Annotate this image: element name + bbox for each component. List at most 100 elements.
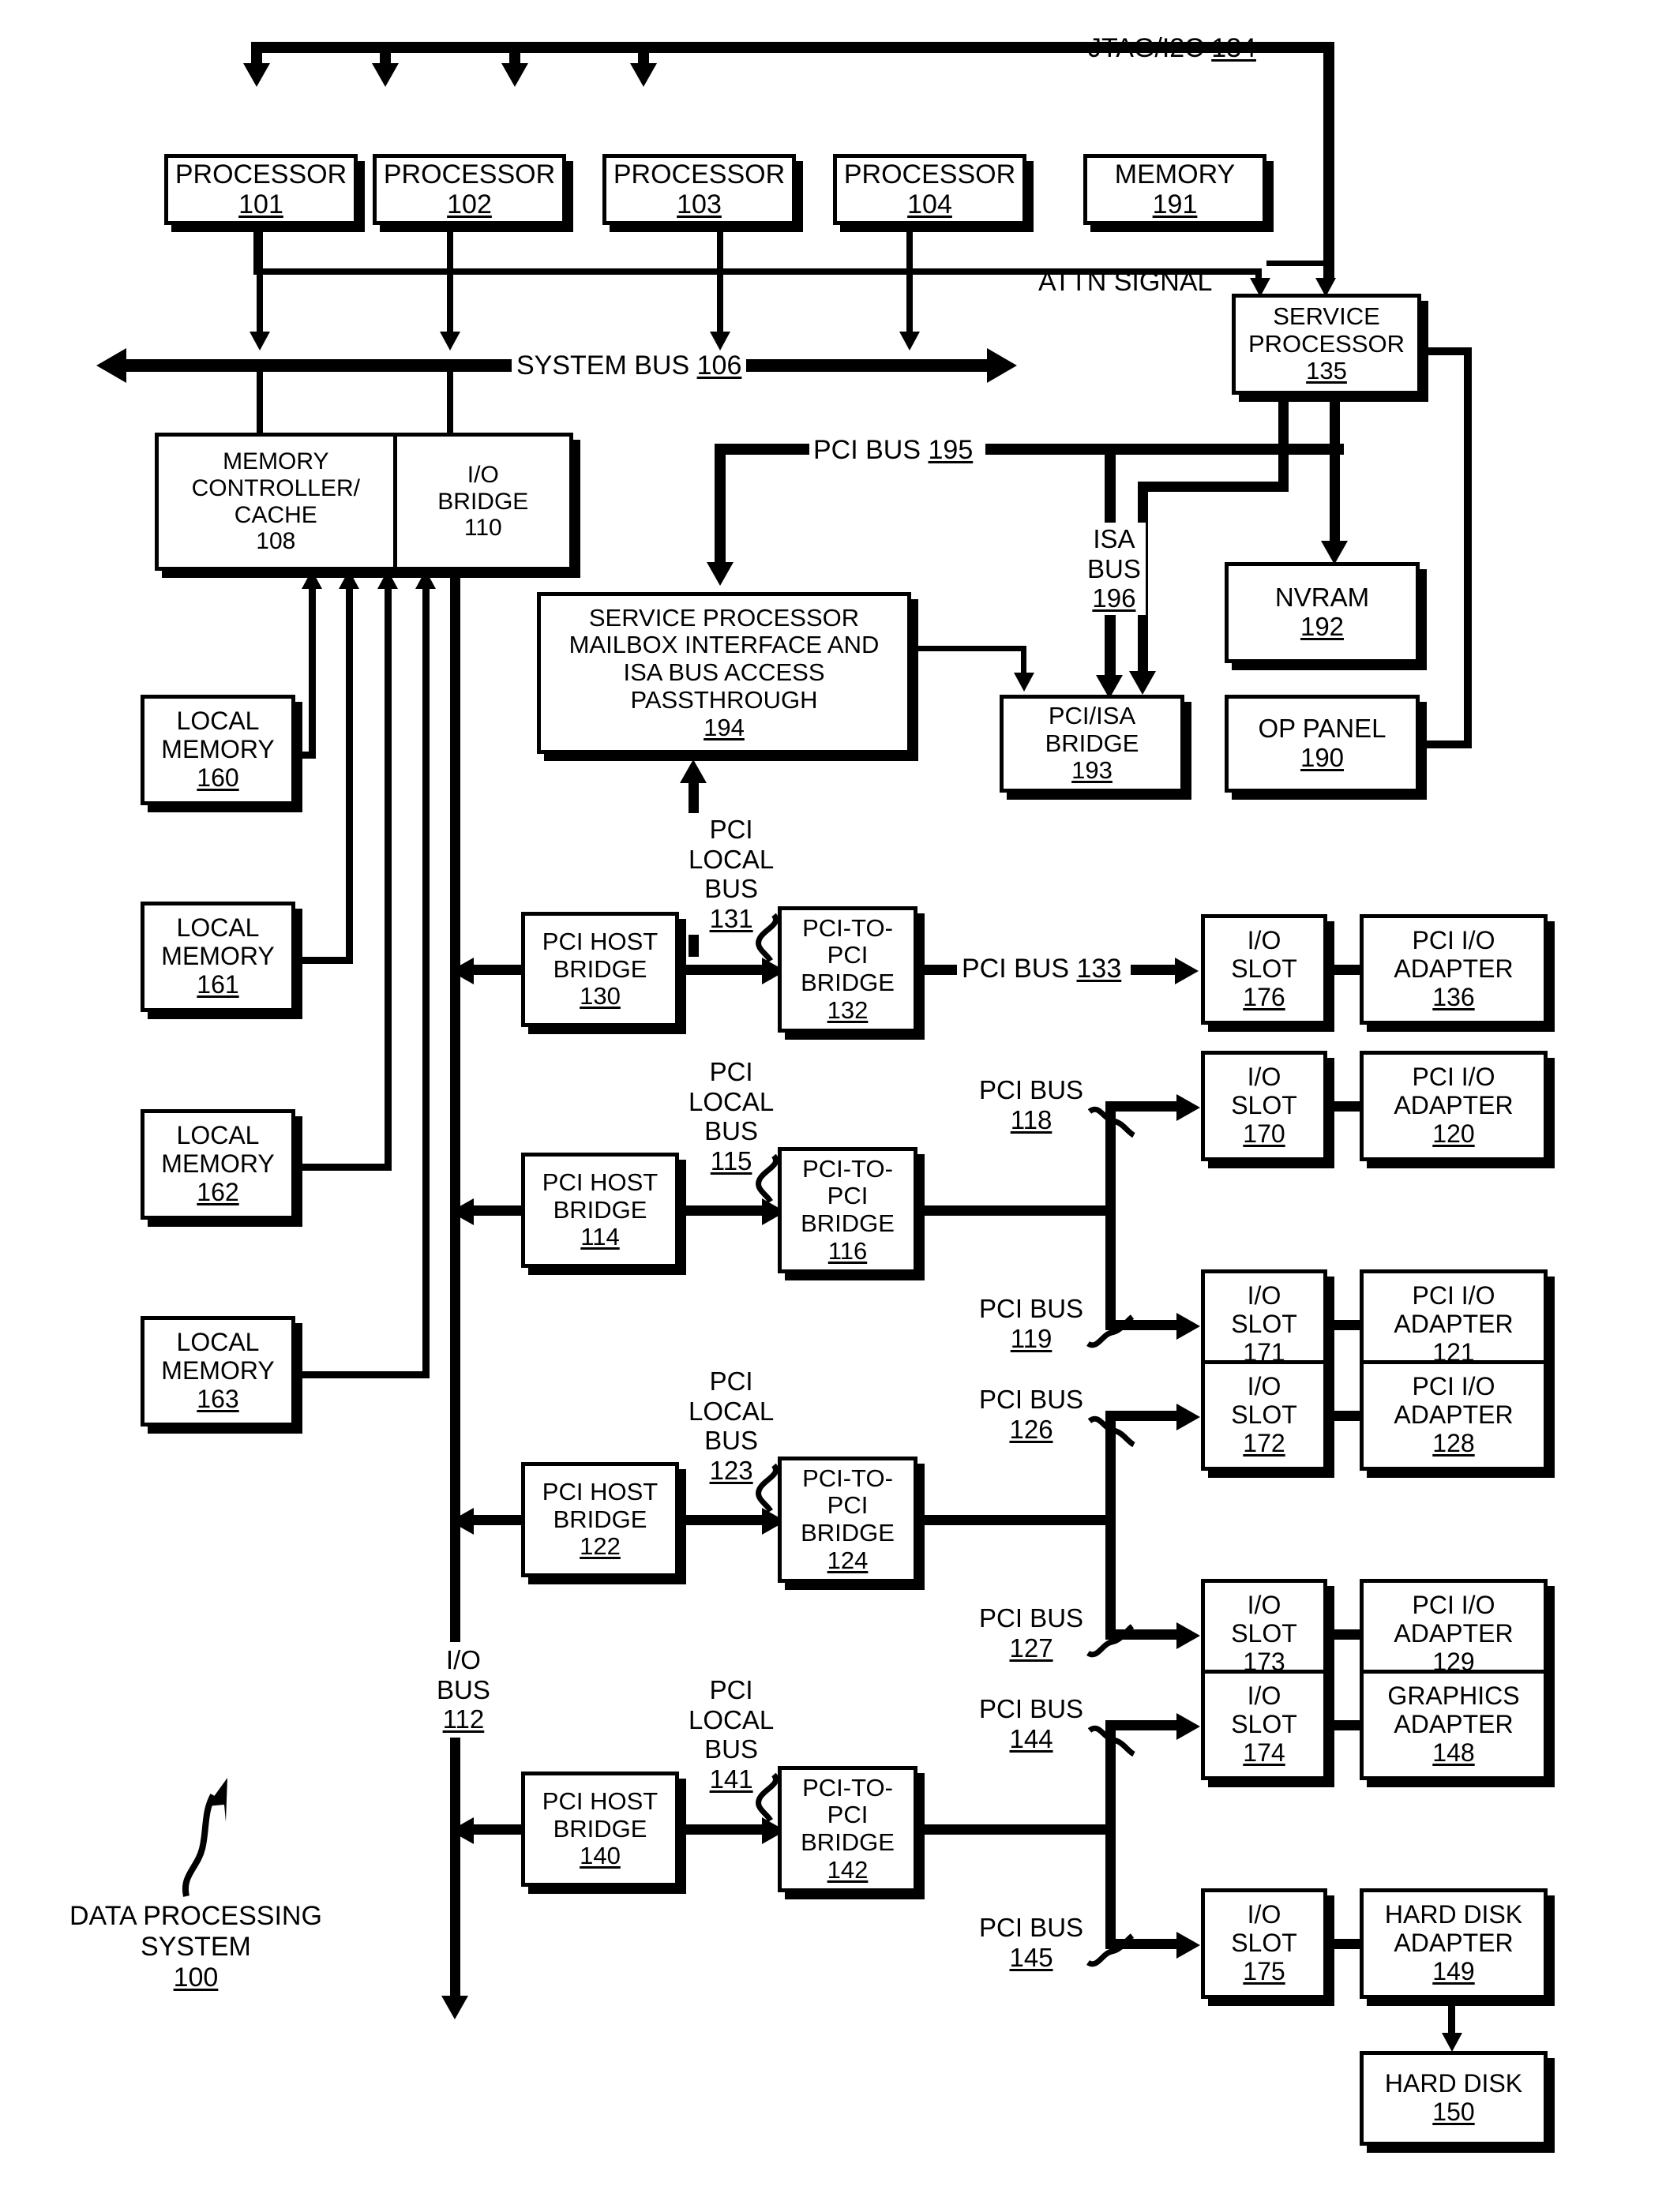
block-processor-104[interactable]: PROCESSOR 104 (833, 154, 1026, 225)
block-pci-host-bridge-122[interactable]: PCI HOST BRIDGE 122 (521, 1462, 679, 1577)
pci145-l1: PCI BUS (979, 1913, 1084, 1942)
slot176-to-adapter136 (1327, 965, 1363, 975)
memory-191-title: MEMORY (1114, 159, 1236, 189)
block-io-bridge-110[interactable]: I/O BRIDGE 110 (397, 437, 569, 567)
block-io-slot-176[interactable]: I/O SLOT 176 (1201, 914, 1327, 1025)
block-graphics-adapter-148[interactable]: GRAPHICS ADAPTER 148 (1360, 1670, 1548, 1780)
pci131-l3: BUS (704, 874, 759, 904)
phb122-l2: BRIDGE (553, 1505, 647, 1533)
p2p116-l2: PCI (827, 1182, 869, 1210)
sp-to-oppanel-h2 (1413, 740, 1472, 748)
isa-bus-196-l1: ISA (1093, 524, 1135, 553)
pci119-num: 119 (1010, 1323, 1053, 1353)
block-pci-to-pci-142[interactable]: PCI-TO- PCI BRIDGE 142 (778, 1766, 917, 1892)
pci123-l1: PCI (709, 1367, 753, 1396)
jtag-arrow-104 (630, 63, 657, 87)
p2p124-l3: BRIDGE (801, 1519, 895, 1547)
op-panel-190-num: 190 (1300, 743, 1345, 772)
attn-signal-label: ATTN SIGNAL (1038, 267, 1212, 298)
slot174-l1: I/O (1247, 1681, 1281, 1711)
block-io-slot-175[interactable]: I/O SLOT 175 (1201, 1888, 1327, 1999)
pci141-l1: PCI (709, 1675, 753, 1704)
pci-bus-195-text: PCI BUS (813, 435, 921, 465)
lm161-l2: MEMORY (161, 942, 275, 971)
lm160-riser (309, 588, 316, 758)
figure-caption: DATA PROCESSING SYSTEM 100 (69, 1901, 322, 1993)
phb130-num: 130 (580, 982, 621, 1010)
nvram-192-num: 192 (1300, 612, 1345, 641)
adapter136-l1: PCI I/O (1412, 926, 1495, 955)
block-mailbox-194[interactable]: SERVICE PROCESSOR MAILBOX INTERFACE AND … (537, 592, 911, 754)
block-processor-101[interactable]: PROCESSOR 101 (164, 154, 358, 225)
memctl-108-num: 108 (256, 528, 296, 555)
system-bus-left-arrow (96, 348, 126, 383)
mailbox-to-pciisa-h (911, 646, 1026, 651)
block-pci-to-pci-132[interactable]: PCI-TO- PCI BRIDGE 132 (778, 906, 917, 1033)
block-local-memory-161[interactable]: LOCAL MEMORY 161 (141, 902, 295, 1012)
block-processor-102[interactable]: PROCESSOR 102 (373, 154, 566, 225)
block-io-slot-174[interactable]: I/O SLOT 174 (1201, 1670, 1327, 1780)
squiggle-144 (1087, 1725, 1135, 1757)
block-local-memory-162[interactable]: LOCAL MEMORY 162 (141, 1109, 295, 1220)
p2p132-l1: PCI-TO- (802, 913, 893, 942)
squiggle-145 (1086, 1933, 1135, 1967)
block-hard-disk-adapter-149[interactable]: HARD DISK ADAPTER 149 (1360, 1888, 1548, 1999)
block-memory-191[interactable]: MEMORY 191 (1083, 154, 1266, 225)
block-memctl-iobridge-group: MEMORY CONTROLLER/ CACHE 108 I/O BRIDGE … (155, 433, 573, 571)
slot173-to-adapter129 (1327, 1629, 1363, 1640)
lm160-arrow (302, 570, 322, 589)
proc101-to-bus (257, 225, 263, 334)
block-io-slot-172[interactable]: I/O SLOT 172 (1201, 1360, 1327, 1471)
iobridge-110-l2: BRIDGE (437, 488, 529, 515)
slot176-num: 176 (1243, 982, 1285, 1011)
mailbox-to-pciisa-arrow (1014, 673, 1034, 692)
p2p142-l3: BRIDGE (801, 1828, 895, 1856)
block-pci-host-bridge-140[interactable]: PCI HOST BRIDGE 140 (521, 1771, 679, 1887)
pci-bus-126-label: PCI BUS 126 (979, 1385, 1083, 1444)
block-pci-isa-bridge-193[interactable]: PCI/ISA BRIDGE 193 (1000, 695, 1184, 793)
slot173-l1: I/O (1247, 1591, 1281, 1620)
pci141-l2: LOCAL (689, 1704, 775, 1734)
slot175-l1: I/O (1247, 1900, 1281, 1929)
processor-103-num: 103 (677, 189, 722, 219)
pci118-num: 118 (1010, 1104, 1053, 1134)
p2p116-num: 116 (827, 1236, 868, 1265)
adapter128-l1: PCI I/O (1412, 1372, 1495, 1401)
block-pci-io-adapter-120[interactable]: PCI I/O ADAPTER 120 (1360, 1051, 1548, 1161)
pci-bus-118-label: PCI BUS 118 (979, 1075, 1083, 1134)
block-hard-disk-150[interactable]: HARD DISK 150 (1360, 2051, 1548, 2146)
block-nvram-192[interactable]: NVRAM 192 (1225, 562, 1420, 663)
system-bus-num: 106 (696, 351, 742, 381)
block-service-processor-135[interactable]: SERVICE PROCESSOR 135 (1232, 294, 1421, 395)
block-local-memory-163[interactable]: LOCAL MEMORY 163 (141, 1316, 295, 1427)
squiggle-126 (1087, 1415, 1135, 1448)
block-pci-io-adapter-136[interactable]: PCI I/O ADAPTER 136 (1360, 914, 1548, 1025)
block-pci-to-pci-124[interactable]: PCI-TO- PCI BRIDGE 124 (778, 1457, 917, 1583)
sp-down-1 (1278, 395, 1289, 491)
lm163-arrow (415, 570, 436, 589)
block-pci-host-bridge-130[interactable]: PCI HOST BRIDGE 130 (521, 912, 679, 1027)
sp-135-l1: SERVICE (1273, 302, 1380, 330)
p2p116-to-170-arrow (1176, 1094, 1200, 1121)
caption-line1: DATA PROCESSING (69, 1901, 322, 1931)
block-memory-controller-108[interactable]: MEMORY CONTROLLER/ CACHE 108 (159, 437, 397, 567)
pci-bus-119-label: PCI BUS 119 (979, 1294, 1083, 1353)
block-pci-host-bridge-114[interactable]: PCI HOST BRIDGE 114 (521, 1153, 679, 1268)
lm160-l2: MEMORY (161, 735, 275, 764)
pci-bus-195-left-down (715, 444, 726, 570)
block-op-panel-190[interactable]: OP PANEL 190 (1225, 695, 1420, 793)
jtag-i2c-label: JTAG/I2C 134 (1088, 33, 1256, 64)
block-processor-103[interactable]: PROCESSOR 103 (602, 154, 796, 225)
pci-bus-195-right (985, 444, 1344, 455)
processor-102-num: 102 (447, 189, 492, 219)
pci115-l2: LOCAL (689, 1086, 775, 1116)
block-local-memory-160[interactable]: LOCAL MEMORY 160 (141, 695, 295, 805)
block-io-slot-170[interactable]: I/O SLOT 170 (1201, 1051, 1327, 1161)
pci133-num: 133 (1076, 954, 1122, 984)
nvram-192-title: NVRAM (1274, 583, 1370, 613)
block-pci-io-adapter-128[interactable]: PCI I/O ADAPTER 128 (1360, 1360, 1548, 1471)
slot175-to-hdadapter149 (1327, 1939, 1363, 1949)
block-pci-to-pci-116[interactable]: PCI-TO- PCI BRIDGE 116 (778, 1147, 917, 1273)
mailbox-194-l1: SERVICE PROCESSOR (588, 603, 860, 632)
bus-to-memctl (257, 372, 263, 441)
